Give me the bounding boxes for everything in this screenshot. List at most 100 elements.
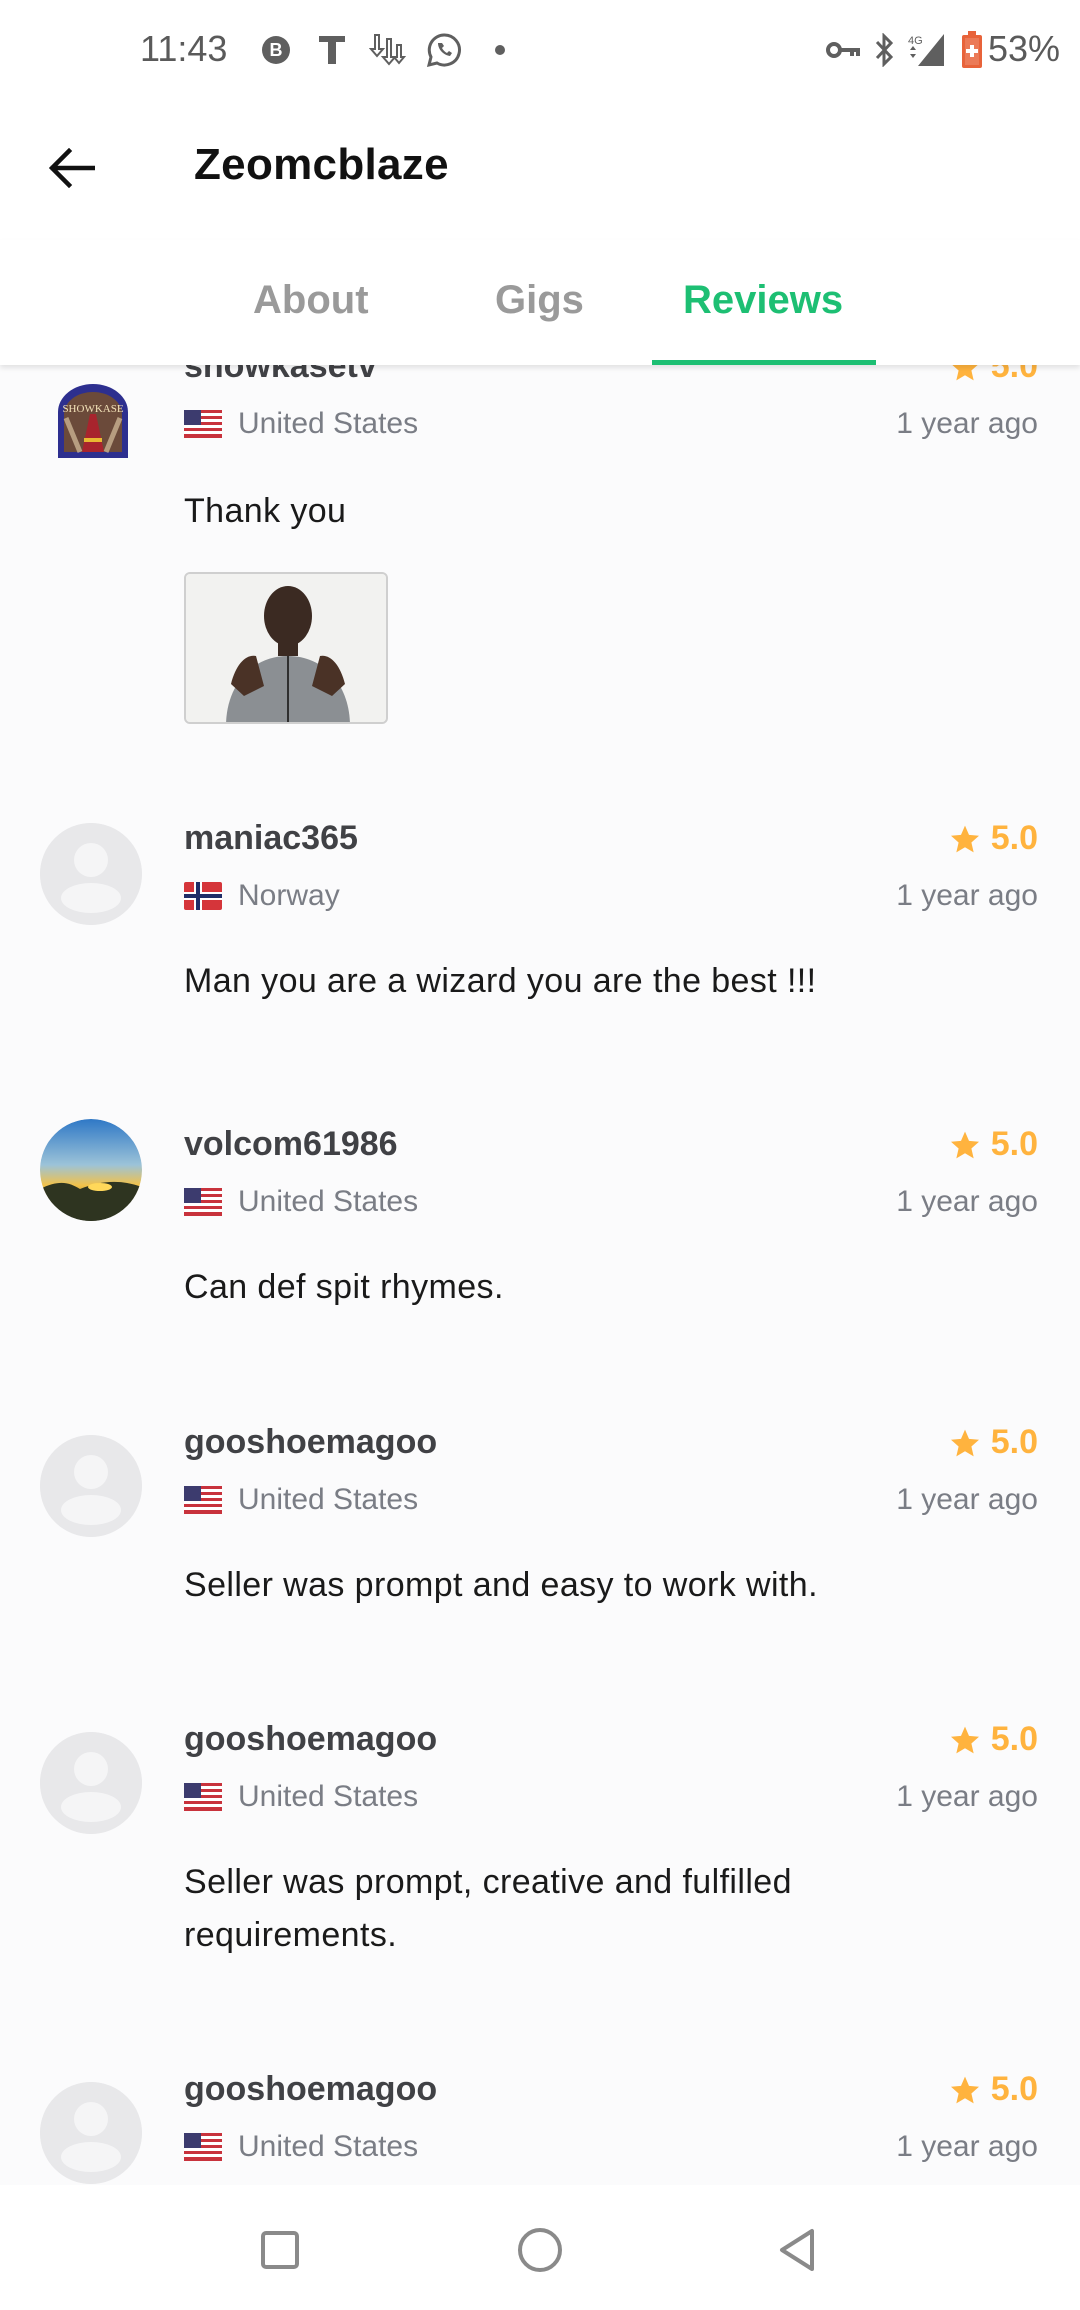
rating-value: 5.0	[990, 1125, 1038, 1163]
system-nav-bar	[0, 2185, 1080, 2310]
rating-value: 5.0	[990, 1423, 1038, 1461]
us-flag-icon	[184, 1486, 222, 1514]
default-avatar-icon	[40, 1435, 142, 1537]
review-username[interactable]: gooshoemagoo	[184, 1720, 437, 1759]
bluetooth-icon	[872, 30, 896, 70]
status-time: 11:43	[140, 28, 228, 69]
review-username[interactable]: gooshoemagoo	[184, 1423, 437, 1462]
review-username[interactable]: maniac365	[184, 819, 358, 858]
review-time: 1 year ago	[896, 407, 1038, 440]
us-flag-icon	[184, 1188, 222, 1216]
review-comment: Seller was prompt and easy to work with.	[184, 1566, 818, 1604]
t-icon	[314, 30, 350, 70]
review-country: United States	[184, 407, 418, 441]
review-country: United States	[184, 2130, 418, 2164]
review-item: maniac365 5.0 Norway 1 year ago Man you …	[0, 819, 1080, 1113]
star-icon	[950, 2076, 979, 2103]
country-name: United States	[238, 1780, 419, 1813]
recents-button[interactable]	[250, 2220, 310, 2280]
us-flag-icon	[184, 410, 222, 438]
status-bar: 11:43 B 4G 53%	[0, 0, 1080, 100]
country-name: United States	[238, 2130, 419, 2163]
country-name: Norway	[238, 879, 340, 912]
review-item: gooshoemagoo 5.0 United States 1 year ag…	[0, 1423, 1080, 1725]
avatar[interactable]	[40, 1732, 142, 1834]
review-username[interactable]: volcom61986	[184, 1125, 398, 1164]
review-rating: 5.0	[949, 819, 1038, 858]
video-thumbnail-image	[186, 574, 386, 722]
review-comment: Man you are a wizard you are the best !!…	[184, 962, 817, 1000]
star-icon	[952, 365, 977, 380]
us-flag-icon	[184, 2133, 222, 2161]
square-recents-icon	[261, 2231, 299, 2269]
circle-home-icon	[518, 2228, 562, 2272]
star-icon	[950, 1429, 979, 1456]
triangle-back-icon	[780, 2229, 814, 2271]
tab-reviews[interactable]: Reviews	[683, 278, 843, 323]
review-comment: Thank you	[184, 492, 347, 530]
avatar[interactable]	[40, 823, 142, 925]
home-button[interactable]	[510, 2220, 570, 2280]
svg-text:B: B	[270, 40, 283, 60]
tab-about[interactable]: About	[253, 278, 369, 323]
review-rating: 5.0	[949, 1423, 1038, 1462]
review-time: 1 year ago	[896, 1185, 1038, 1218]
reviews-list[interactable]: SHOWKASE showkasetv 5.0 United States 1 …	[0, 365, 1080, 2185]
review-rating: 5.0	[949, 1125, 1038, 1164]
review-comment: Seller was prompt, creative and fulfille…	[184, 1863, 792, 1954]
default-avatar-icon	[40, 2082, 142, 2184]
review-item: volcom61986 5.0 United States 1 year ago…	[0, 1119, 1080, 1427]
review-time: 1 year ago	[896, 2130, 1038, 2163]
page-title: Zeomcblaze	[194, 140, 449, 189]
avatar[interactable]: SHOWKASE	[54, 382, 132, 460]
star-icon	[950, 1726, 979, 1753]
review-attachment-thumbnail[interactable]	[184, 572, 388, 724]
vpn-key-icon	[824, 30, 864, 70]
back-button[interactable]	[40, 136, 104, 200]
review-country: Norway	[184, 879, 340, 913]
avatar[interactable]	[40, 2082, 142, 2184]
star-icon	[950, 825, 979, 852]
default-avatar-icon	[40, 1732, 142, 1834]
download-arrows-icon	[368, 30, 408, 70]
sunset-photo-image	[40, 1119, 142, 1221]
us-flag-icon	[184, 1783, 222, 1811]
country-name: United States	[238, 407, 419, 440]
rating-value: 5.0	[990, 1720, 1038, 1758]
review-country: United States	[184, 1483, 418, 1517]
b-circle-icon: B	[258, 30, 294, 70]
arrow-left-icon	[49, 148, 95, 188]
review-rating: 5.0	[949, 2070, 1038, 2109]
showkase-logo-image: SHOWKASE	[58, 384, 128, 458]
avatar[interactable]	[40, 1435, 142, 1537]
review-country: United States	[184, 1185, 418, 1219]
tab-bar: About Gigs Reviews	[0, 240, 1080, 365]
review-country: United States	[184, 1780, 418, 1814]
country-name: United States	[238, 1185, 419, 1218]
4g-signal-icon: 4G	[904, 30, 948, 70]
avatar[interactable]	[40, 1119, 142, 1221]
default-avatar-icon	[40, 823, 142, 925]
whatsapp-icon	[424, 30, 464, 70]
active-tab-indicator	[652, 360, 876, 365]
review-comment: Can def spit rhymes.	[184, 1268, 504, 1306]
nav-back-button[interactable]	[768, 2220, 828, 2280]
rating-value: 5.0	[990, 2070, 1038, 2108]
country-name: United States	[238, 1483, 419, 1516]
review-time: 1 year ago	[896, 879, 1038, 912]
svg-text:SHOWKASE: SHOWKASE	[62, 403, 123, 415]
review-username[interactable]: showkasetv	[184, 365, 377, 386]
rating-value: 5.0	[990, 365, 1038, 385]
review-rating: 5.0	[949, 1720, 1038, 1759]
norway-flag-icon	[184, 882, 222, 910]
review-rating: 5.0	[949, 365, 1038, 386]
tab-gigs[interactable]: Gigs	[495, 278, 584, 323]
review-username[interactable]: gooshoemagoo	[184, 2070, 437, 2109]
dot-icon	[492, 30, 508, 70]
battery-charging-icon	[958, 30, 986, 70]
review-item: gooshoemagoo 5.0 United States 1 year ag…	[0, 1720, 1080, 2062]
star-icon	[950, 1131, 979, 1158]
svg-text:4G: 4G	[908, 35, 923, 47]
review-item: gooshoemagoo 5.0 United States 1 year ag…	[0, 2070, 1080, 2185]
review-time: 1 year ago	[896, 1780, 1038, 1813]
